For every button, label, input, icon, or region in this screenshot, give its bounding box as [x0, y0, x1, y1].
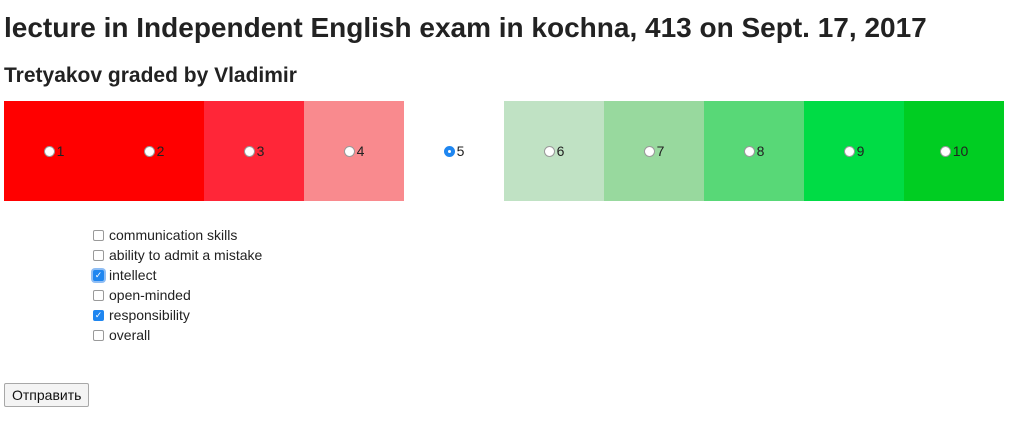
grade-option-6[interactable]: 6	[504, 101, 604, 201]
grade-label: 6	[556, 143, 565, 159]
quality-label: overall	[109, 327, 151, 343]
checkbox[interactable]: ✓	[93, 269, 104, 281]
quality-overall[interactable]: overall	[93, 325, 262, 345]
grade-label: 4	[356, 143, 365, 159]
quality-communication-skills[interactable]: communication skills	[93, 225, 262, 245]
quality-intellect[interactable]: ✓ intellect	[93, 265, 262, 285]
quality-responsibility[interactable]: ✓ responsibility	[93, 305, 262, 325]
quality-open-minded[interactable]: open-minded	[93, 285, 262, 305]
radio-button[interactable]	[843, 145, 855, 157]
grade-label: 8	[756, 143, 765, 159]
grade-label: 1	[56, 143, 65, 159]
quality-ability-to-admit-a-mistake[interactable]: ability to admit a mistake	[93, 245, 262, 265]
radio-button[interactable]	[743, 145, 755, 157]
page-title: lecture in Independent English exam in k…	[4, 12, 927, 43]
checkbox[interactable]	[93, 229, 104, 241]
checkbox[interactable]: ✓	[93, 309, 104, 321]
qualities-list: communication skills ability to admit a …	[93, 225, 262, 345]
grade-option-2[interactable]: 2	[104, 101, 204, 201]
grade-option-7[interactable]: 7	[604, 101, 704, 201]
grade-label: 5	[456, 143, 465, 159]
checkbox[interactable]	[93, 329, 104, 341]
grade-label: 7	[656, 143, 665, 159]
grade-label: 9	[856, 143, 865, 159]
grade-option-1[interactable]: 1	[4, 101, 104, 201]
grade-option-4[interactable]: 4	[304, 101, 404, 201]
checkbox[interactable]	[93, 289, 104, 301]
grade-option-8[interactable]: 8	[704, 101, 804, 201]
radio-button[interactable]	[243, 145, 255, 157]
grade-option-5[interactable]: 5	[404, 101, 504, 201]
quality-label: responsibility	[109, 307, 190, 323]
quality-label: communication skills	[109, 227, 238, 243]
grade-option-9[interactable]: 9	[804, 101, 904, 201]
quality-label: intellect	[109, 267, 157, 283]
quality-label: open-minded	[109, 287, 191, 303]
grade-option-3[interactable]: 3	[204, 101, 304, 201]
radio-button[interactable]	[143, 145, 155, 157]
grade-label: 2	[156, 143, 165, 159]
radio-button[interactable]	[343, 145, 355, 157]
radio-button[interactable]	[443, 145, 455, 157]
radio-button[interactable]	[43, 145, 55, 157]
checkbox[interactable]	[93, 249, 104, 261]
page-subtitle: Tretyakov graded by Vladimir	[4, 64, 297, 87]
quality-label: ability to admit a mistake	[109, 247, 263, 263]
grade-label: 3	[256, 143, 265, 159]
radio-button[interactable]	[643, 145, 655, 157]
grade-scale: 1 2 3 4 5 6 7 8 9 10	[4, 101, 1004, 201]
radio-button[interactable]	[939, 145, 951, 157]
grade-label: 10	[952, 143, 969, 159]
submit-button[interactable]: Отправить	[4, 383, 90, 407]
radio-button[interactable]	[543, 145, 555, 157]
grade-option-10[interactable]: 10	[904, 101, 1004, 201]
